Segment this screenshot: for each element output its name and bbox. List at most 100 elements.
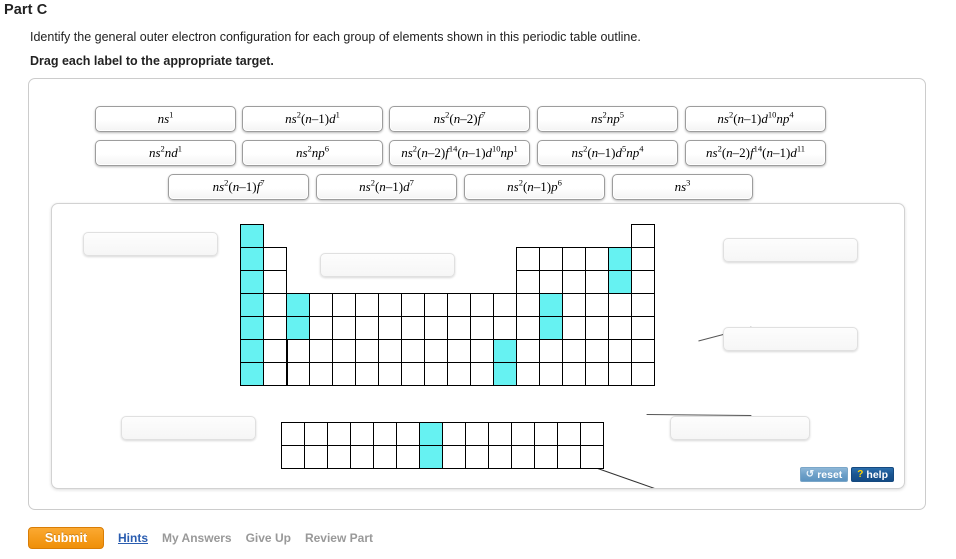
periodic-cell-c1-r6 xyxy=(263,362,287,386)
periodic-cell-c4-r3 xyxy=(332,293,356,317)
target-group6b-period6[interactable] xyxy=(723,327,858,351)
footer-link-give-up[interactable]: Give Up xyxy=(246,531,291,545)
target-lanthanides[interactable] xyxy=(121,416,256,440)
drag-label-text: ns2(n–1)p6 xyxy=(507,177,562,194)
fblock-cell-c11-r1 xyxy=(511,422,535,446)
drag-label-text: ns2(n–1)d1 xyxy=(285,109,340,126)
footer-links: Hints My Answers Give Up Review Part xyxy=(118,531,373,545)
target-group7a[interactable] xyxy=(723,238,858,262)
fblock-cell-c14-r2 xyxy=(580,445,604,469)
periodic-cell-c7-r4 xyxy=(401,316,425,340)
page-title: Part C xyxy=(4,2,48,18)
drag-label-lbl-4[interactable]: ns2np5 xyxy=(537,106,678,132)
answer-panel: ns1 ns2(n–1)d1 ns2(n–2)f7 ns2np5 ns2(n–1)d10… xyxy=(28,78,926,510)
drag-label-lbl-13[interactable]: ns2(n–1)p6 xyxy=(464,174,605,200)
periodic-cell-c14-r4 xyxy=(562,316,586,340)
periodic-table-panel: ↺ reset ? help xyxy=(51,203,905,489)
drag-label-lbl-6[interactable]: ns2nd1 xyxy=(95,140,236,166)
periodic-cell-c14-r5 xyxy=(562,339,586,363)
periodic-cell-c2-r3 xyxy=(286,293,310,317)
periodic-cell-c10-r6 xyxy=(470,362,494,386)
periodic-cell-c11-r4 xyxy=(493,316,517,340)
periodic-cell-c10-r5 xyxy=(470,339,494,363)
periodic-cell-c16-r1 xyxy=(608,247,632,271)
periodic-cell-c13-r1 xyxy=(539,247,563,271)
footer-link-my-answers[interactable]: My Answers xyxy=(162,531,232,545)
drag-label-lbl-7[interactable]: ns2np6 xyxy=(242,140,383,166)
drag-instruction: Drag each label to the appropriate targe… xyxy=(30,54,274,68)
periodic-cell-c9-r5 xyxy=(447,339,471,363)
reset-button[interactable]: ↺ reset xyxy=(799,467,849,482)
fblock-cell-c9-r1 xyxy=(465,422,489,446)
footer-link-review-part[interactable]: Review Part xyxy=(305,531,373,545)
periodic-cell-c3-r4 xyxy=(309,316,333,340)
fblock-cell-c5-r1 xyxy=(373,422,397,446)
periodic-cell-c15-r6 xyxy=(585,362,609,386)
periodic-cell-c17-r5 xyxy=(631,339,655,363)
periodic-cell-c15-r5 xyxy=(585,339,609,363)
drag-label-text: ns2np5 xyxy=(590,109,625,126)
drag-label-lbl-1[interactable]: ns1 xyxy=(95,106,236,132)
fblock-cell-c3-r1 xyxy=(327,422,351,446)
drag-label-lbl-9[interactable]: ns2(n–1)d5np4 xyxy=(537,140,678,166)
help-button[interactable]: ? help xyxy=(851,467,894,482)
periodic-cell-c4-r6 xyxy=(332,362,356,386)
fblock-cell-c6-r2 xyxy=(396,445,420,469)
drag-label-lbl-12[interactable]: ns2(n–1)d7 xyxy=(316,174,457,200)
fblock-cell-c2-r1 xyxy=(304,422,328,446)
periodic-cell-c4-r4 xyxy=(332,316,356,340)
periodic-cell-c6-r5 xyxy=(378,339,402,363)
table-tool-row: ↺ reset ? help xyxy=(799,467,894,482)
periodic-cell-c15-r3 xyxy=(585,293,609,317)
periodic-cell-c16-r3 xyxy=(608,293,632,317)
fblock-cell-c12-r2 xyxy=(534,445,558,469)
periodic-cell-c2-r4 xyxy=(286,316,310,340)
periodic-cell-c15-r1 xyxy=(585,247,609,271)
periodic-cell-c0-r5 xyxy=(240,339,264,363)
question-mark-icon: ? xyxy=(857,469,864,480)
submit-button[interactable]: Submit xyxy=(28,527,104,549)
drag-label-lbl-11[interactable]: ns2(n–1)f7 xyxy=(168,174,309,200)
fblock-cell-c5-r2 xyxy=(373,445,397,469)
periodic-cell-c12-r6 xyxy=(516,362,540,386)
fblock-cell-c2-r2 xyxy=(304,445,328,469)
drag-label-lbl-2[interactable]: ns2(n–1)d1 xyxy=(242,106,383,132)
target-group3b[interactable] xyxy=(320,253,455,277)
footer-link-hints[interactable]: Hints xyxy=(118,531,148,545)
periodic-cell-c12-r4 xyxy=(516,316,540,340)
periodic-cell-c13-r2 xyxy=(539,270,563,294)
drag-label-lbl-3[interactable]: ns2(n–2)f7 xyxy=(389,106,530,132)
drag-label-lbl-14[interactable]: ns3 xyxy=(612,174,753,200)
periodic-cell-c11-r5 xyxy=(493,339,517,363)
drag-label-lbl-8[interactable]: ns2(n–2)f14(n–1)d10np1 xyxy=(389,140,530,166)
drag-label-lbl-5[interactable]: ns2(n–1)d10np4 xyxy=(685,106,826,132)
periodic-cell-c16-r2 xyxy=(608,270,632,294)
periodic-cell-c17-r1 xyxy=(631,247,655,271)
refresh-icon: ↺ xyxy=(805,469,815,480)
periodic-cell-c5-r4 xyxy=(355,316,379,340)
drag-label-text: ns2(n–1)f7 xyxy=(212,177,265,194)
periodic-cell-c14-r1 xyxy=(562,247,586,271)
fblock-cell-c10-r1 xyxy=(488,422,512,446)
target-group1a[interactable] xyxy=(83,232,218,256)
periodic-cell-c3-r5 xyxy=(309,339,333,363)
reset-button-label: reset xyxy=(817,468,843,481)
periodic-cell-c13-r5 xyxy=(539,339,563,363)
periodic-cell-c7-r5 xyxy=(401,339,425,363)
metal-nonmetal-divider xyxy=(286,339,288,386)
periodic-cell-c0-r6 xyxy=(240,362,264,386)
drag-label-text: ns2np6 xyxy=(295,143,330,160)
periodic-cell-c17-r3 xyxy=(631,293,655,317)
periodic-cell-c7-r3 xyxy=(401,293,425,317)
periodic-cell-c11-r6 xyxy=(493,362,517,386)
drag-label-lbl-10[interactable]: ns2(n–2)f14(n–1)d11 xyxy=(685,140,826,166)
question-prompt: Identify the general outer electron conf… xyxy=(30,30,641,44)
periodic-cell-c16-r5 xyxy=(608,339,632,363)
fblock-cell-c4-r1 xyxy=(350,422,374,446)
periodic-cell-c6-r4 xyxy=(378,316,402,340)
periodic-cell-c12-r3 xyxy=(516,293,540,317)
periodic-cell-c10-r3 xyxy=(470,293,494,317)
fblock-cell-c9-r2 xyxy=(465,445,489,469)
target-group6a[interactable] xyxy=(670,416,810,440)
periodic-cell-c5-r3 xyxy=(355,293,379,317)
